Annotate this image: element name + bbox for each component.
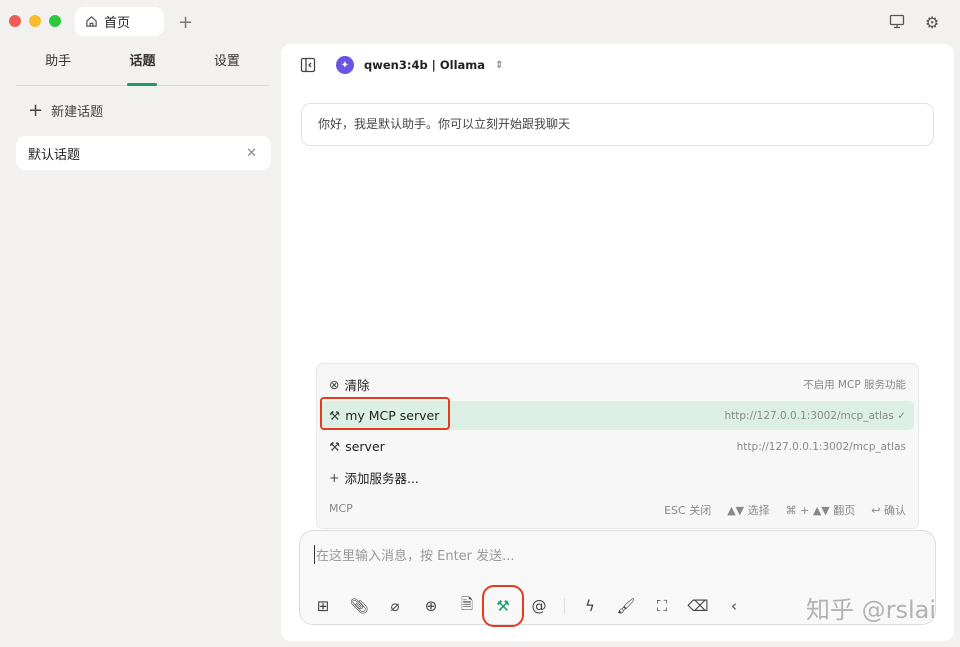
item-detail: http://127.0.0.1:3002/mcp_atlas xyxy=(724,409,894,422)
new-topic-label: 新建话题 xyxy=(51,105,104,120)
circle-x-icon: ⊗ xyxy=(329,377,340,392)
mcp-item-add-server[interactable]: + 添加服务器... xyxy=(321,463,914,492)
paperclip-icon[interactable]: 📎︎ xyxy=(348,595,370,617)
at-mention-icon[interactable]: @ xyxy=(528,595,550,617)
item-label: 清除 xyxy=(344,378,370,393)
tab-label: 首页 xyxy=(104,16,131,31)
tab-settings[interactable]: 设置 xyxy=(185,48,269,85)
new-topic-button[interactable]: + 新建话题 xyxy=(28,100,103,121)
hint-esc: ESC 关闭 xyxy=(664,504,712,517)
new-topic-icon[interactable]: ⊞ xyxy=(312,595,334,617)
tab-assistant[interactable]: 助手 xyxy=(16,48,100,85)
model-name: qwen3:4b | Ollama xyxy=(364,58,486,72)
lightning-icon[interactable]: ϟ xyxy=(579,595,601,617)
popup-footer: MCP ESC 关闭 ▲▼ 选择 ⌘ + ▲▼ 翻页 ↩ 确认 xyxy=(329,502,906,518)
mcp-item-clear[interactable]: ⊗ 清除 不启用 MCP 服务功能 xyxy=(321,370,914,399)
chevron-updown-icon: ⇕ xyxy=(495,59,504,71)
divider xyxy=(564,598,565,614)
home-icon xyxy=(85,15,98,28)
new-tab-button[interactable]: + xyxy=(178,12,193,33)
monitor-icon[interactable] xyxy=(889,14,905,29)
sidebar-tabs: 助手 话题 设置 xyxy=(16,48,269,86)
footer-label: MCP xyxy=(329,502,353,515)
plus-icon: + xyxy=(28,100,44,121)
hint-confirm: ↩ 确认 xyxy=(871,504,906,517)
file-search-icon[interactable]: 🗎︎ xyxy=(456,595,478,617)
collapse-icon[interactable]: ‹ xyxy=(723,595,745,617)
hint-page: ⌘ + ▲▼ 翻页 xyxy=(785,504,856,517)
tab-topics[interactable]: 话题 xyxy=(100,48,184,86)
globe-icon[interactable]: ⊕ xyxy=(420,595,442,617)
tab-home[interactable]: 首页 xyxy=(75,7,164,36)
mcp-item-server[interactable]: ⚒ server http://127.0.0.1:3002/mcp_atlas xyxy=(321,432,914,461)
fullscreen-icon[interactable]: ⛶ xyxy=(651,595,673,617)
mcp-hammer-icon[interactable]: ⚒ xyxy=(482,585,524,627)
close-icon[interactable]: ✕ xyxy=(246,146,257,161)
item-detail: 不启用 MCP 服务功能 xyxy=(803,379,906,391)
model-logo-icon: ✦ xyxy=(336,56,354,74)
input-toolbar: ⊞ 📎︎ ⌀ ⊕ 🗎︎ ⚒ @ ϟ 🖌︎ ⛶ ⌫ ‹ xyxy=(312,585,745,627)
window-maximize-button[interactable] xyxy=(49,15,61,27)
hint-select: ▲▼ 选择 xyxy=(727,504,770,517)
lightbulb-off-icon[interactable]: ⌀ xyxy=(384,595,406,617)
eraser-icon[interactable]: ⌫ xyxy=(687,595,709,617)
item-label: server xyxy=(345,439,385,454)
topic-item[interactable]: 默认话题 ✕ xyxy=(16,136,271,170)
plus-icon: + xyxy=(329,470,340,485)
item-label: 添加服务器... xyxy=(344,471,419,486)
model-selector[interactable]: ✦ qwen3:4b | Ollama ⇕ xyxy=(300,56,503,74)
sidebar-toggle-icon[interactable] xyxy=(300,57,316,73)
item-detail: http://127.0.0.1:3002/mcp_atlas xyxy=(736,440,906,453)
highlight-box xyxy=(320,397,450,430)
check-icon: ✓ xyxy=(897,409,906,422)
settings-gear-icon[interactable]: ⚙ xyxy=(925,13,939,32)
greeting-message: 你好，我是默认助手。你可以立刻开始跟我聊天 xyxy=(301,103,934,146)
mcp-popup: ⊗ 清除 不启用 MCP 服务功能 ⚒ my MCP server http://1… xyxy=(316,363,919,529)
window-close-button[interactable] xyxy=(9,15,21,27)
brush-icon[interactable]: 🖌︎ xyxy=(615,595,637,617)
hammer-icon: ⚒ xyxy=(329,439,341,454)
watermark: 知乎 @rslai xyxy=(805,596,936,624)
message-input[interactable]: 在这里输入消息，按 Enter 发送... xyxy=(314,545,515,564)
topic-label: 默认话题 xyxy=(28,147,81,163)
window-minimize-button[interactable] xyxy=(29,15,41,27)
